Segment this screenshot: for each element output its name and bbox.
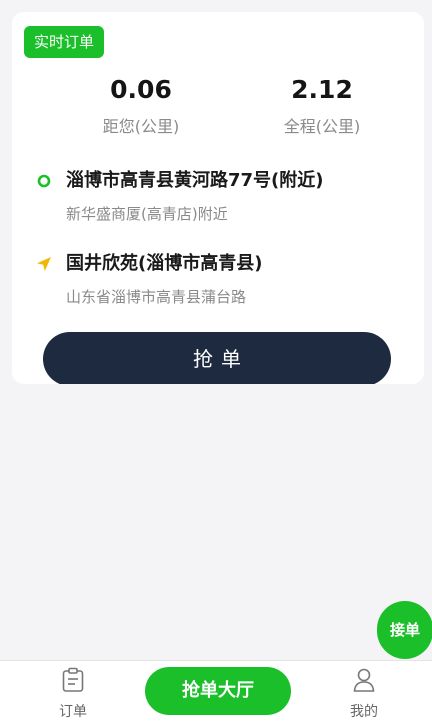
accept-order-button[interactable]: 接单 [377, 601, 432, 659]
user-icon [353, 668, 375, 692]
pickup-address-detail: 新华盛商厦(高青店)附近 [66, 205, 228, 223]
distance-to-you-value: 0.06 [110, 75, 172, 104]
destination-address-main: 国井欣苑(淄博市高青县) [66, 253, 263, 274]
order-card: 实时订单 0.06 距您(公里) 2.12 全程(公里) 淄博市高青县黄河路77… [12, 12, 424, 384]
navigation-arrow-icon [37, 257, 51, 271]
tab-mine[interactable]: 我的 [324, 661, 404, 721]
grab-order-button[interactable]: 抢单 [43, 332, 391, 384]
realtime-order-tag: 实时订单 [24, 26, 105, 58]
destination-address-detail: 山东省淄博市高青县蒲台路 [66, 288, 247, 306]
pickup-address-main: 淄博市高青县黄河路77号(附近) [66, 170, 324, 191]
grab-hall-button[interactable]: 抢单大厅 [145, 667, 291, 715]
total-distance-stat: 2.12 全程(公里) [242, 74, 402, 138]
clipboard-icon [62, 667, 84, 692]
tab-mine-label: 我的 [350, 704, 378, 720]
total-distance-value: 2.12 [291, 75, 353, 104]
total-distance-label: 全程(公里) [283, 117, 361, 136]
tab-orders[interactable]: 订单 [33, 661, 113, 721]
tab-orders-label: 订单 [59, 704, 87, 720]
distance-to-you-stat: 0.06 距您(公里) [61, 74, 221, 138]
pickup-dot-icon [37, 174, 51, 188]
distance-to-you-label: 距您(公里) [102, 117, 180, 136]
